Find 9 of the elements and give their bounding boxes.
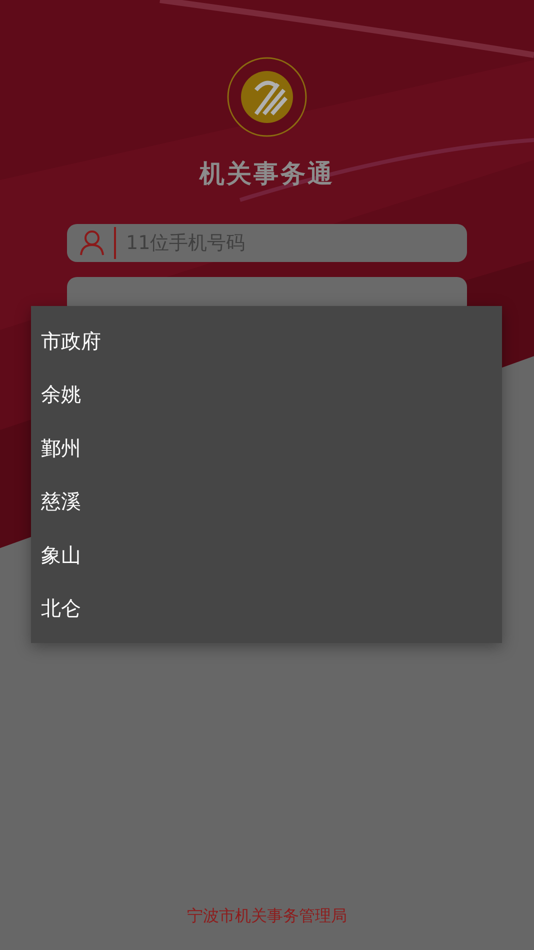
menu-item[interactable]: 北仑: [31, 582, 502, 635]
menu-item[interactable]: 象山: [31, 528, 502, 582]
menu-item[interactable]: 鄞州: [31, 421, 502, 474]
menu-item[interactable]: 市政府: [31, 314, 502, 368]
app-title: 机关事务通: [200, 158, 334, 190]
footer-text: 宁波市机关事务管理局: [187, 905, 347, 927]
menu-item[interactable]: 余姚: [31, 368, 502, 421]
menu-item[interactable]: 慈溪: [31, 474, 502, 528]
user-icon: [80, 230, 104, 256]
